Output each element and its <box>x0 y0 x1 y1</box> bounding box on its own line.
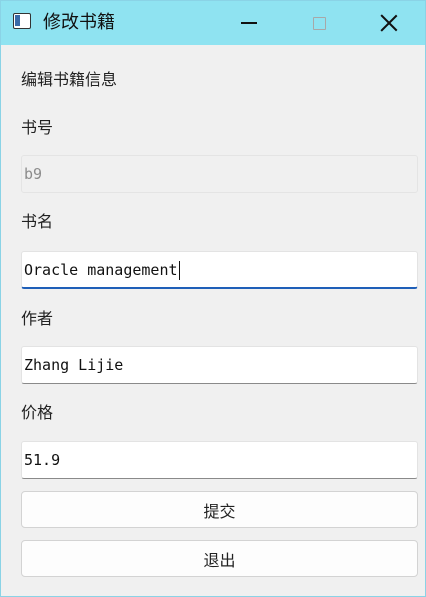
minimize-icon <box>241 22 257 24</box>
app-window-icon <box>13 13 31 29</box>
close-icon <box>380 14 398 32</box>
edit-book-window: 修改书籍 编辑书籍信息 书号 b9 书名 Oracle management 作… <box>0 0 426 597</box>
submit-button[interactable]: 提交 <box>21 491 418 528</box>
form-heading: 编辑书籍信息 <box>21 70 118 89</box>
author-value: Zhang Lijie <box>24 356 124 374</box>
price-value: 51.9 <box>24 451 61 469</box>
maximize-icon <box>312 16 326 30</box>
author-field[interactable]: Zhang Lijie <box>21 346 418 384</box>
text-cursor <box>178 261 180 280</box>
book-id-label: 书号 <box>21 118 54 137</box>
title-bar[interactable]: 修改书籍 <box>1 1 425 45</box>
close-button[interactable] <box>359 1 419 45</box>
price-label: 价格 <box>21 403 54 422</box>
book-id-field: b9 <box>21 155 418 193</box>
price-field[interactable]: 51.9 <box>21 441 418 479</box>
author-label: 作者 <box>21 309 54 328</box>
book-id-value: b9 <box>24 165 43 183</box>
minimize-button[interactable] <box>219 1 279 45</box>
window-title: 修改书籍 <box>43 12 115 33</box>
maximize-button[interactable] <box>289 1 349 45</box>
book-name-label: 书名 <box>21 212 54 231</box>
exit-button[interactable]: 退出 <box>21 540 418 577</box>
book-name-value: Oracle management <box>24 261 178 279</box>
book-name-field[interactable]: Oracle management <box>21 251 418 289</box>
